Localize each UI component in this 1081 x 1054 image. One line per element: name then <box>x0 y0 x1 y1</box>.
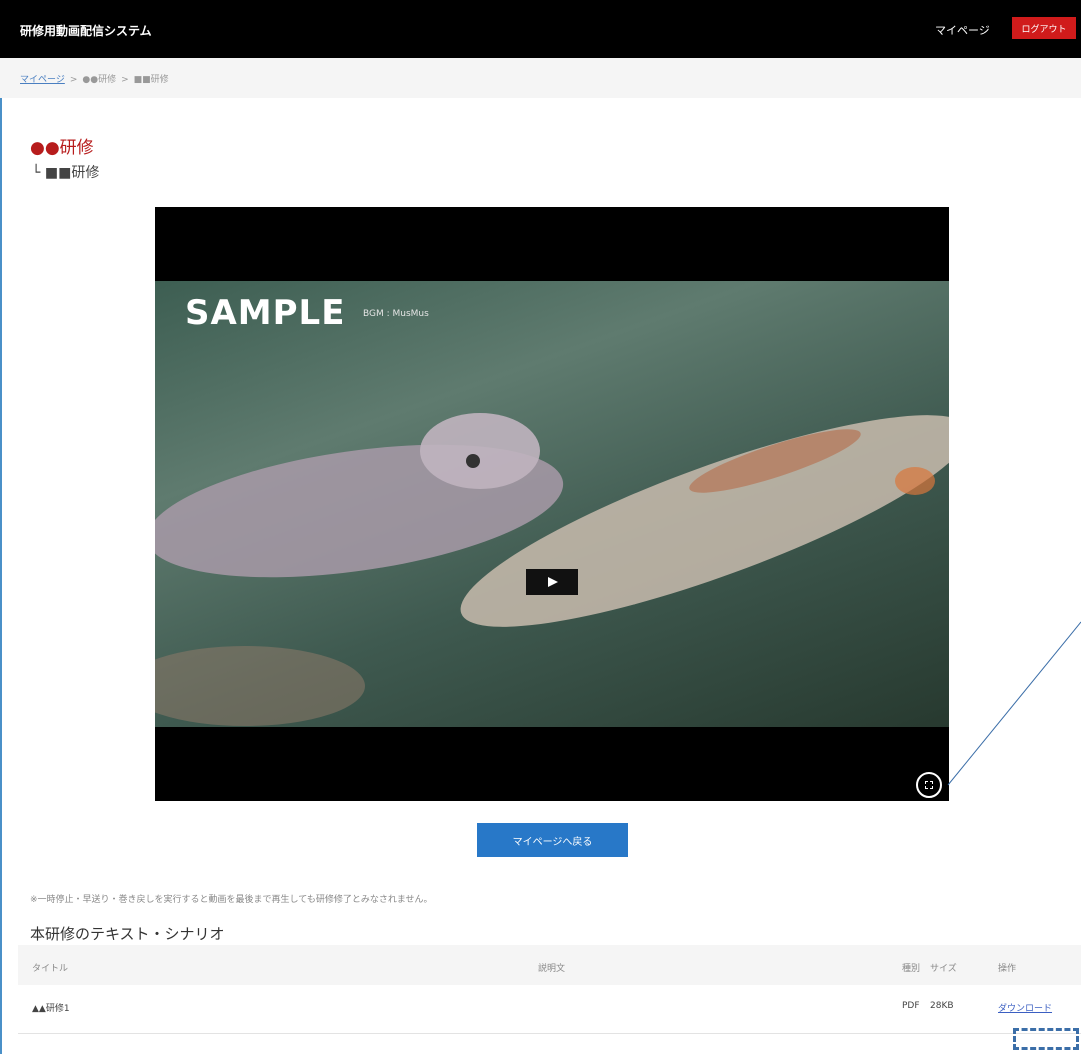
column-header-type: 種別 <box>902 964 921 974</box>
video-overlay-credit: BGM : MusMus <box>363 309 429 319</box>
video-player[interactable]: SAMPLE BGM : MusMus <box>155 207 949 801</box>
column-header-description: 説明文 <box>538 964 566 974</box>
app-title: 研修用動画配信システム <box>20 24 152 38</box>
course-subtitle: └ ■■研修 <box>32 165 100 181</box>
breadcrumb-separator: > <box>121 75 129 85</box>
breadcrumb: マイページ > ●●研修 > ■■研修 <box>20 72 169 85</box>
breadcrumb-item-course[interactable]: ●●研修 <box>82 75 116 85</box>
row-size: 28KB <box>930 1001 954 1011</box>
column-header-size: サイズ <box>930 964 957 974</box>
materials-section-title: 本研修のテキスト・シナリオ <box>30 925 225 943</box>
breadcrumb-separator: > <box>69 75 78 85</box>
fullscreen-glyph <box>925 781 933 789</box>
video-frame[interactable]: SAMPLE BGM : MusMus <box>155 281 949 727</box>
table-header: タイトル 説明文 種別 サイズ 操作 <box>18 945 1081 985</box>
video-overlay-title: SAMPLE <box>185 293 346 333</box>
video-scene-image <box>155 413 949 726</box>
top-navbar: 研修用動画配信システム マイページ ログアウト <box>0 0 1081 58</box>
play-icon[interactable] <box>526 569 578 595</box>
breadcrumb-bar: マイページ > ●●研修 > ■■研修 <box>0 58 1081 98</box>
notice-text: ※一時停止・早送り・巻き戻しを実行すると動画を最後まで再生しても研修修了とみなさ… <box>30 895 433 905</box>
back-to-mypage-button[interactable]: マイページへ戻る <box>477 823 628 857</box>
row-type: PDF <box>902 1001 920 1011</box>
fullscreen-icon[interactable] <box>916 772 942 798</box>
column-header-title: タイトル <box>32 964 69 974</box>
table-row: ▲▲研修1 PDF 28KB ダウンロード <box>18 985 1081 1034</box>
breadcrumb-item-current: ■■研修 <box>133 75 169 85</box>
download-link[interactable]: ダウンロード <box>998 1001 1052 1014</box>
mypage-link[interactable]: マイページ <box>935 22 990 38</box>
course-title: ●●研修 <box>30 138 94 158</box>
column-header-operation: 操作 <box>998 964 1017 974</box>
breadcrumb-item-mypage[interactable]: マイページ <box>20 75 65 85</box>
row-title: ▲▲研修1 <box>32 1004 70 1014</box>
logout-button[interactable]: ログアウト <box>1012 17 1076 39</box>
